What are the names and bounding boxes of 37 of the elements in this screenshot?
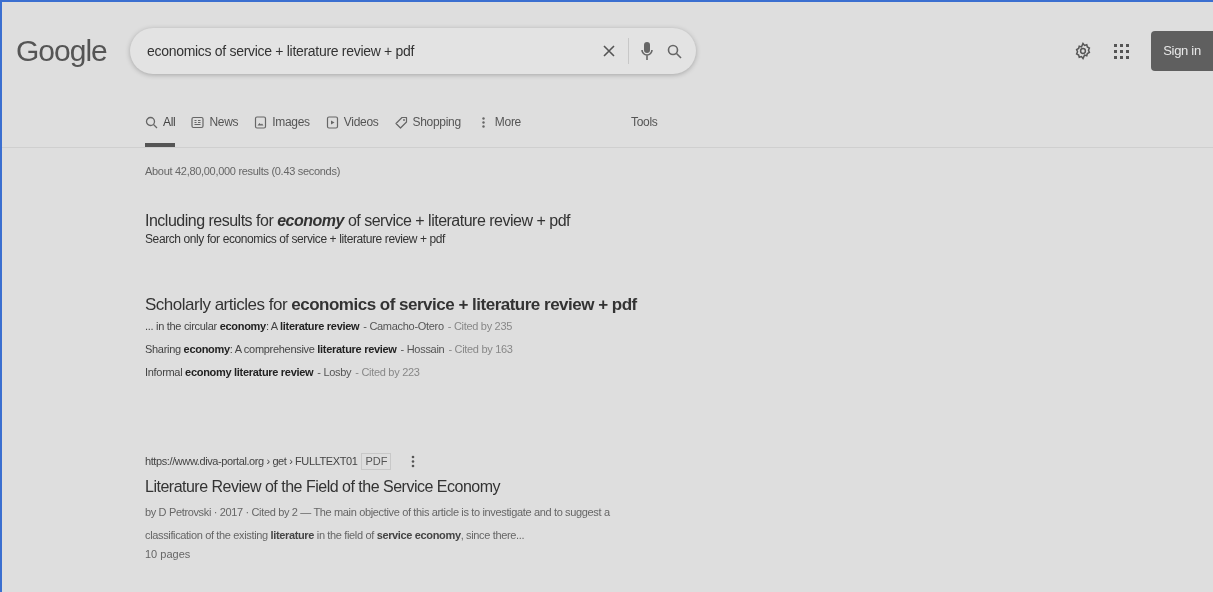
news-icon	[191, 115, 205, 129]
google-logo[interactable]: Google	[16, 36, 112, 66]
apps-grid-icon[interactable]	[1114, 43, 1129, 59]
search-tab[interactable]: Videos	[325, 113, 379, 147]
close-icon[interactable]	[602, 44, 616, 58]
sign-in-button[interactable]: Sign in	[1151, 31, 1213, 71]
article-author: - Hossain	[400, 341, 445, 356]
settings-icon[interactable]	[1074, 42, 1092, 60]
article-author: - Camacho-Otero	[363, 318, 444, 333]
search-tab[interactable]: News	[191, 113, 239, 147]
search-only-link[interactable]: Search only for economics of service + literature review + pdf	[145, 230, 1213, 247]
search-tab[interactable]: Shopping	[394, 113, 461, 147]
search-tab[interactable]: More	[476, 113, 521, 147]
search-icon[interactable]	[667, 43, 682, 59]
microphone-icon[interactable]	[641, 41, 653, 61]
page-count: 10 pages	[145, 546, 192, 561]
play-icon	[325, 115, 339, 129]
article-link[interactable]: Sharing economy: A comprehensive literature review	[145, 341, 397, 356]
result-url: https://www.diva-portal.org › get › FULLTEXT01	[145, 453, 358, 469]
result-snippet: by D Petrovski · 2017 · Cited by 2 — The main objective of this article is to investigate and to suggest a classification of the existing literature in the field of service economy, since there...	[145, 504, 611, 543]
image-icon	[254, 115, 268, 129]
search-tab[interactable]: Images	[254, 113, 310, 147]
scholarly-heading: Scholarly articles for economics of service + literature review + pdf	[145, 293, 639, 316]
file-type-badge: PDF	[361, 452, 392, 470]
search-icon	[145, 115, 158, 129]
including-results-text: Including results for economy of service + literature review + pdf	[145, 210, 572, 231]
article-link[interactable]: Informal economy literature review	[145, 364, 314, 379]
more-options-icon[interactable]	[411, 454, 416, 468]
tag-icon	[394, 115, 408, 129]
article-author: - Losby	[317, 364, 352, 379]
tools-tab[interactable]: Tools	[630, 113, 658, 147]
article-link[interactable]: ... in the circular economy: A literature review	[145, 318, 360, 333]
result-title[interactable]: Literature Review of the Field of the Service Economy	[145, 475, 1213, 498]
search-input[interactable]: economics of service + literature review + pdf	[147, 40, 602, 62]
search-field[interactable]: economics of service + literature review + pdf	[130, 28, 696, 74]
search-tab[interactable]: All	[145, 113, 176, 147]
result-stats: About 42,80,00,000 results (0.43 seconds)	[145, 164, 341, 179]
